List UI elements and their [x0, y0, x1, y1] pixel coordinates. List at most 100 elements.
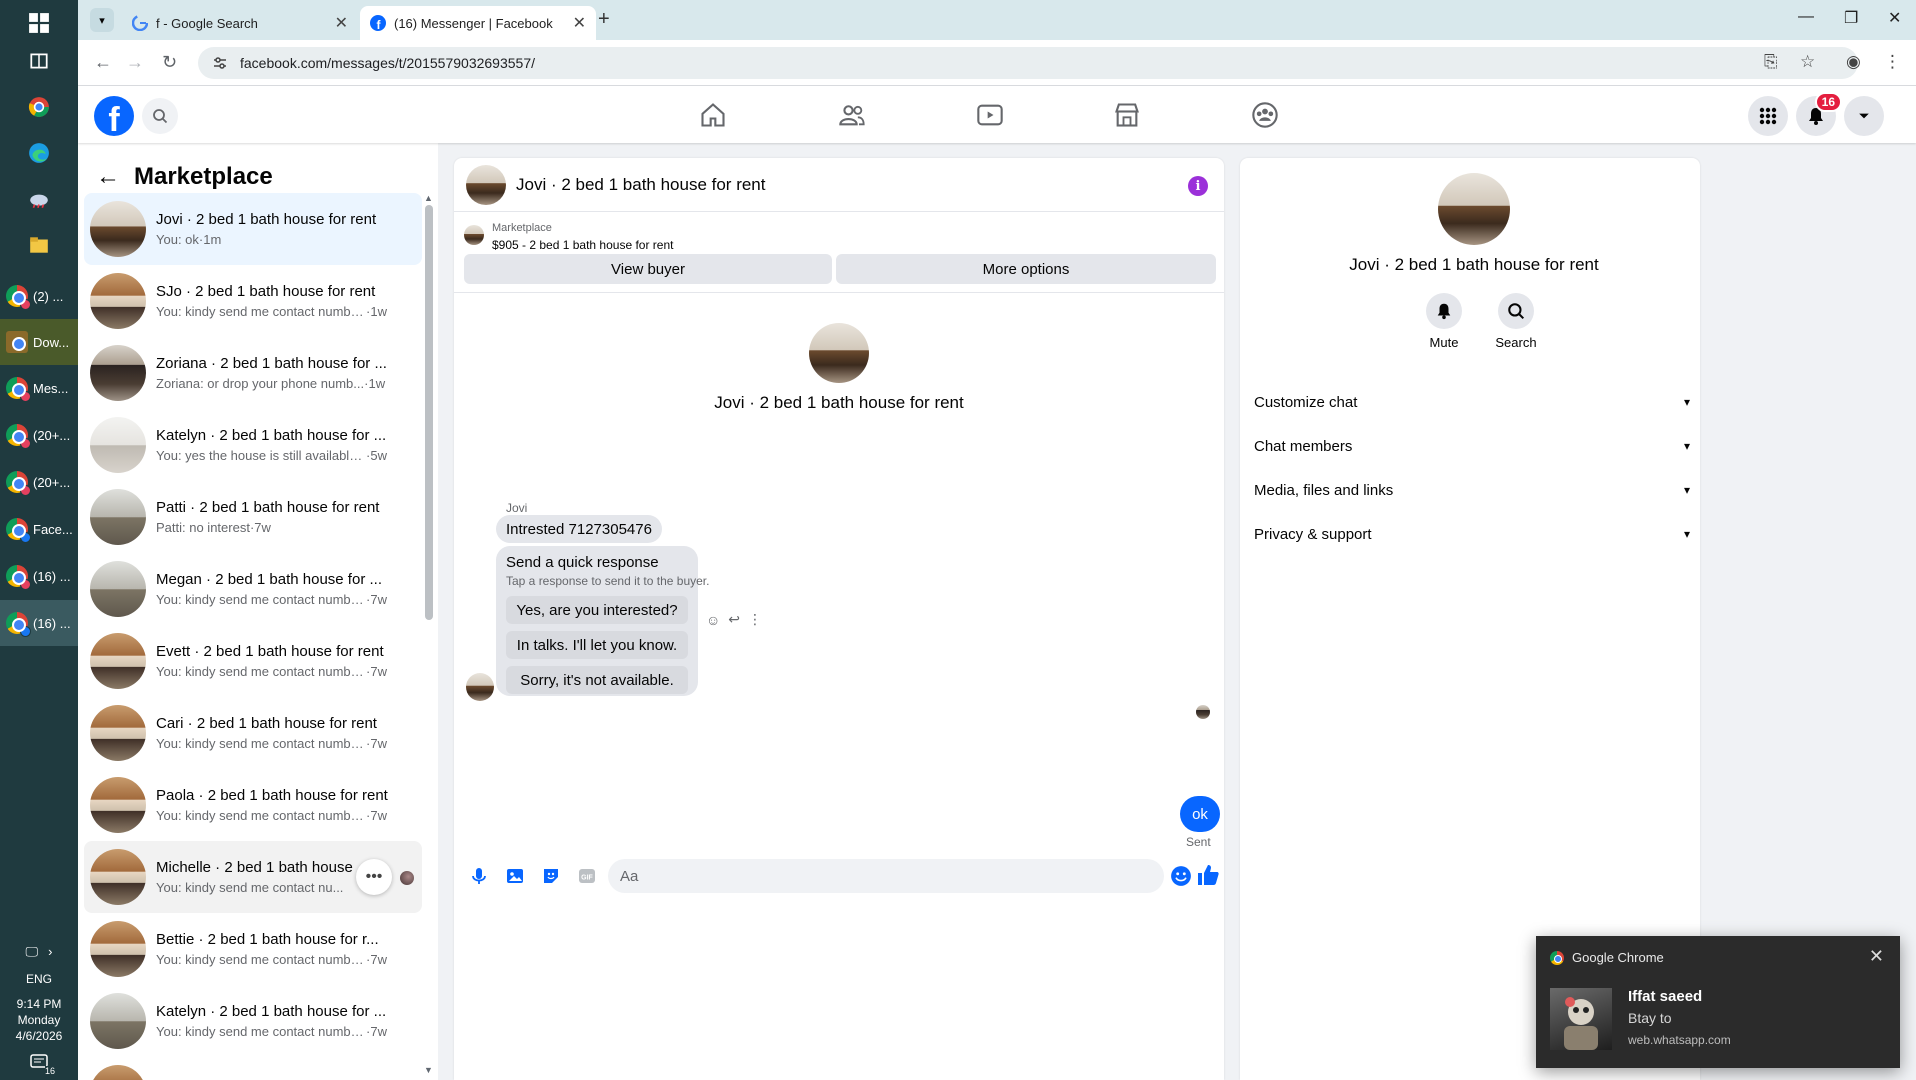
facebook-logo[interactable]: f	[94, 96, 134, 136]
conversation-item[interactable]: Bettie · 2 bed 1 bath house for r... You:…	[84, 913, 422, 985]
gif-button[interactable]: GIF	[572, 861, 602, 891]
more-icon[interactable]: ⋮	[748, 611, 762, 628]
network-icon[interactable]: 🖵	[26, 944, 39, 960]
react-emoji-icon[interactable]: ☺	[706, 612, 720, 628]
search-conversation-button[interactable]: Search	[1486, 293, 1546, 350]
back-arrow-icon[interactable]: ←	[96, 163, 120, 191]
conversation-item[interactable]: Angel · 2 bed 1 bath house for r...	[84, 1057, 422, 1080]
conversation-item[interactable]: Jovi · 2 bed 1 bath house for rent You: o…	[84, 193, 422, 265]
chevron-right-icon[interactable]: ›	[48, 944, 52, 960]
conversation-item[interactable]: Michelle · 2 bed 1 bath house You: kindy …	[84, 841, 422, 913]
chat-title[interactable]: Jovi · 2 bed 1 bath house for rent	[516, 175, 766, 195]
nav-friends[interactable]	[837, 100, 867, 130]
address-bar[interactable]: facebook.com/messages/t/2015579032693557…	[198, 47, 1858, 79]
taskbar-app-1[interactable]: (2) ...	[0, 273, 78, 319]
conversation-item[interactable]: Megan · 2 bed 1 bath house for ... You: k…	[84, 553, 422, 625]
incoming-message[interactable]: Intrested 7127305476	[496, 515, 662, 543]
nav-watch[interactable]	[975, 100, 1005, 130]
new-tab-button[interactable]: +	[598, 8, 610, 31]
conversation-item[interactable]: Patti · 2 bed 1 bath house for rent Patti…	[84, 481, 422, 553]
taskbar-app-4[interactable]: (20+...	[0, 412, 78, 458]
message-input[interactable]	[608, 859, 1164, 893]
emoji-icon[interactable]	[1170, 865, 1192, 887]
conversation-item[interactable]: Evett · 2 bed 1 bath house for rent You: …	[84, 625, 422, 697]
chat-panel: Jovi · 2 bed 1 bath house for rent i Mar…	[454, 158, 1224, 1080]
media-files-links-section[interactable]: Media, files and links ▾	[1254, 472, 1694, 508]
chat-members-section[interactable]: Chat members ▾	[1254, 428, 1694, 464]
scroll-up-icon[interactable]: ▲	[424, 193, 433, 203]
taskbar-app-8[interactable]: (16) ...	[0, 600, 78, 646]
taskbar-app-7[interactable]: (16) ...	[0, 553, 78, 599]
outgoing-message[interactable]: ok	[1180, 796, 1220, 832]
conversation-item[interactable]: Cari · 2 bed 1 bath house for rent You: k…	[84, 697, 422, 769]
nav-groups[interactable]	[1250, 100, 1280, 130]
reply-icon[interactable]: ↩	[728, 611, 740, 628]
conversation-item[interactable]: Zoriana · 2 bed 1 bath house for ... Zori…	[84, 337, 422, 409]
conversation-item[interactable]: Paola · 2 bed 1 bath house for rent You: …	[84, 769, 422, 841]
taskbar-app-3[interactable]: Mes...	[0, 365, 78, 411]
task-view-icon[interactable]	[0, 38, 78, 84]
taskbar-app-6[interactable]: Face...	[0, 506, 78, 552]
conversation-item[interactable]: SJo · 2 bed 1 bath house for rent You: ki…	[84, 265, 422, 337]
listing-price[interactable]: $905 - 2 bed 1 bath house for rent	[492, 238, 673, 252]
voice-clip-button[interactable]	[464, 861, 494, 891]
tab-search-dropdown[interactable]: ▾	[90, 8, 114, 32]
conversation-item[interactable]: Katelyn · 2 bed 1 bath house for ... You:…	[84, 985, 422, 1057]
back-icon[interactable]: ←	[94, 52, 112, 73]
search-button[interactable]	[142, 98, 178, 134]
privacy-support-section[interactable]: Privacy & support ▾	[1254, 516, 1694, 552]
scroll-down-icon[interactable]: ▼	[424, 1065, 433, 1075]
menu-button[interactable]	[1748, 96, 1788, 136]
more-options-button[interactable]: More options	[836, 254, 1216, 284]
notification-center-icon[interactable]: 16	[27, 1052, 55, 1076]
chrome-menu-icon[interactable]: ⋮	[1884, 52, 1901, 72]
conversation-options-icon[interactable]: •••	[356, 859, 392, 895]
conversation-name: Evett · 2 bed 1 bath house for rent	[156, 643, 384, 660]
conversation-list[interactable]: Jovi · 2 bed 1 bath house for rent You: o…	[84, 193, 422, 1080]
taskbar-app-2[interactable]: Dow...	[0, 319, 78, 365]
mute-button[interactable]: Mute	[1414, 293, 1474, 350]
customize-chat-section[interactable]: Customize chat ▾	[1254, 384, 1694, 420]
sidebar-scrollbar[interactable]	[425, 205, 433, 620]
quick-response-yes[interactable]: Yes, are you interested?	[506, 596, 688, 624]
profile-icon[interactable]: ◉	[1846, 52, 1861, 72]
close-tab-icon[interactable]: ✕	[335, 13, 348, 33]
language-indicator[interactable]: ENG	[0, 972, 78, 986]
close-notification-icon[interactable]: ✕	[1869, 946, 1884, 967]
tray-icons[interactable]: 🖵 ›	[0, 944, 78, 960]
chrome-notification[interactable]: Google Chrome ✕ Iffat saeed Btay to web.…	[1536, 936, 1900, 1068]
quick-response-not-available[interactable]: Sorry, it's not available.	[506, 666, 688, 694]
chrome-icon[interactable]	[0, 84, 78, 130]
minimize-button[interactable]: —	[1798, 8, 1814, 26]
bookmark-star-icon[interactable]: ☆	[1800, 52, 1815, 72]
weather-app-icon[interactable]	[0, 176, 78, 222]
taskbar-app-5[interactable]: (20+...	[0, 459, 78, 505]
account-button[interactable]	[1844, 96, 1884, 136]
attach-photo-button[interactable]	[500, 861, 530, 891]
file-explorer-icon[interactable]	[0, 222, 78, 268]
quick-response-in-talks[interactable]: In talks. I'll let you know.	[506, 631, 688, 659]
tab-messenger[interactable]: f (16) Messenger | Facebook ✕	[360, 6, 596, 40]
info-icon[interactable]: i	[1188, 176, 1208, 196]
nav-marketplace[interactable]	[1112, 100, 1142, 130]
install-app-icon[interactable]: ⎘	[1764, 52, 1778, 72]
close-tab-icon[interactable]: ✕	[573, 13, 586, 33]
sticker-button[interactable]	[536, 861, 566, 891]
view-buyer-button[interactable]: View buyer	[464, 254, 832, 284]
restore-button[interactable]: ❐	[1844, 8, 1858, 28]
edge-icon[interactable]	[0, 130, 78, 176]
sender-avatar[interactable]	[466, 673, 494, 701]
thumbs-up-icon[interactable]	[1196, 863, 1220, 887]
chat-avatar[interactable]	[466, 164, 506, 205]
close-window-button[interactable]: ✕	[1888, 8, 1901, 28]
facebook-header: f 16	[78, 86, 1916, 143]
conversation-item[interactable]: Katelyn · 2 bed 1 bath house for ... You:…	[84, 409, 422, 481]
forward-icon[interactable]: →	[126, 52, 144, 73]
tab-google-search[interactable]: f - Google Search ✕	[122, 6, 358, 40]
thread-avatar	[809, 323, 869, 383]
notifications-button[interactable]: 16	[1796, 92, 1842, 136]
nav-home[interactable]	[698, 100, 728, 130]
site-info-icon[interactable]	[212, 55, 228, 71]
reload-icon[interactable]: ↻	[162, 52, 177, 73]
clock[interactable]: 9:14 PM Monday 4/6/2026	[0, 996, 78, 1044]
